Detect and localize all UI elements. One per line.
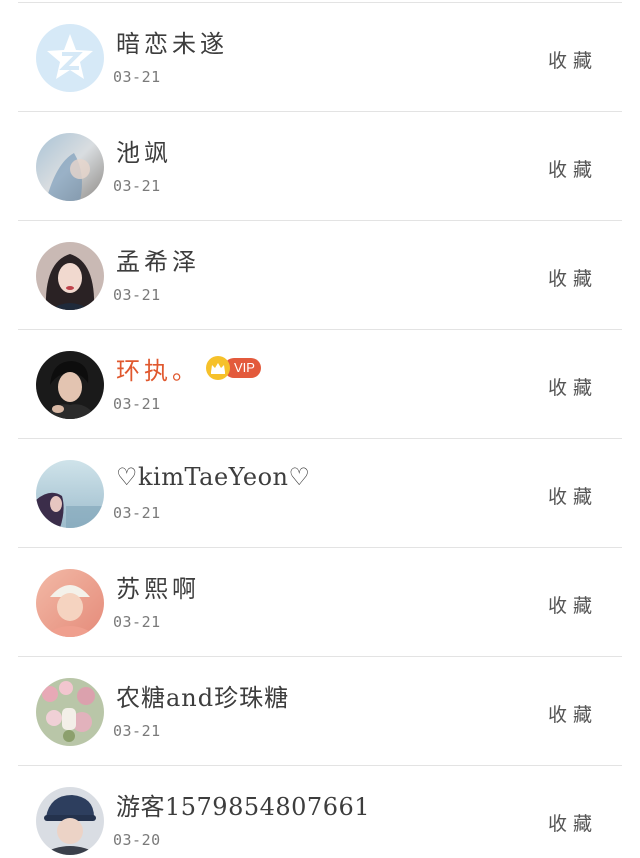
avatar[interactable] [36,24,104,92]
visit-date: 03-21 [113,286,161,304]
list-item[interactable]: 孟希泽 03-21 收藏 [0,221,640,330]
visit-date: 03-21 [113,722,161,740]
user-name[interactable]: 暗恋未遂 [116,24,228,59]
vip-badge: VIP [206,356,261,380]
collect-button[interactable]: 收藏 [548,46,598,73]
user-name[interactable]: 池飒 [116,133,172,168]
user-name[interactable]: 游客1579854807661 [116,787,370,822]
name-line: 农糖and珍珠糖 [116,677,289,713]
user-photo-icon [36,569,104,637]
visit-date: 03-21 [113,177,161,195]
collect-button[interactable]: 收藏 [548,809,598,836]
list-item[interactable]: 环执。 VIP 03-21 收藏 [0,330,640,439]
visit-date: 03-21 [113,504,161,522]
list-item[interactable]: 暗恋未遂 03-21 收藏 [0,3,640,112]
user-photo-icon [36,242,104,310]
visit-date: 03-21 [113,613,161,631]
visit-date: 03-21 [113,68,161,86]
collect-button[interactable]: 收藏 [548,591,598,618]
name-line: 孟希泽 [116,241,200,277]
avatar[interactable] [36,242,104,310]
list-item[interactable]: 农糖and珍珠糖 03-21 收藏 [0,657,640,766]
name-line: 池飒 [116,132,172,168]
user-photo-icon [36,787,104,855]
user-name[interactable]: 苏熙啊 [116,569,200,604]
collect-button[interactable]: 收藏 [548,155,598,182]
list-item[interactable]: 池飒 03-21 收藏 [0,112,640,221]
avatar[interactable] [36,351,104,419]
name-line: ♡kimTaeYeon♡ [116,459,311,495]
user-photo-icon [36,460,104,528]
user-name[interactable]: 环执。 [116,351,200,386]
user-name[interactable]: 农糖and珍珠糖 [116,678,289,713]
avatar[interactable] [36,787,104,855]
collect-button[interactable]: 收藏 [548,373,598,400]
visit-date: 03-20 [113,831,161,849]
collect-button[interactable]: 收藏 [548,264,598,291]
collect-button[interactable]: 收藏 [548,482,598,509]
visitor-list: 暗恋未遂 03-21 收藏 池飒 03-21 收藏 孟希泽 03-21 收藏 环… [0,0,640,858]
user-photo-icon [36,678,104,746]
avatar[interactable] [36,569,104,637]
collect-button[interactable]: 收藏 [548,700,598,727]
list-item[interactable]: 游客1579854807661 03-20 收藏 [0,766,640,858]
name-line: 暗恋未遂 [116,23,228,59]
crown-icon [206,356,230,380]
qzone-logo-icon [36,24,104,92]
name-line: 游客1579854807661 [116,786,370,822]
avatar[interactable] [36,460,104,528]
list-item[interactable]: 苏熙啊 03-21 收藏 [0,548,640,657]
visit-date: 03-21 [113,395,161,413]
name-line: 环执。 VIP [116,350,261,386]
user-photo-icon [36,351,104,419]
name-line: 苏熙啊 [116,568,200,604]
avatar[interactable] [36,133,104,201]
list-item[interactable]: ♡kimTaeYeon♡ 03-21 收藏 [0,439,640,548]
user-name[interactable]: ♡kimTaeYeon♡ [116,463,311,491]
user-name[interactable]: 孟希泽 [116,242,200,277]
user-photo-icon [36,133,104,201]
avatar[interactable] [36,678,104,746]
